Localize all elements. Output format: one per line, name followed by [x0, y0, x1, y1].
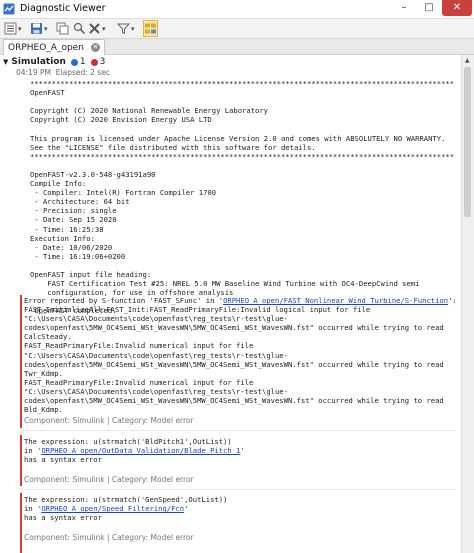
- error-count: 3: [90, 57, 105, 67]
- copy-button[interactable]: [56, 21, 69, 36]
- vertical-scrollbar[interactable]: ▲: [461, 55, 474, 553]
- save-icon: [31, 23, 42, 34]
- copy-icon: [56, 22, 69, 35]
- find-icon: [73, 22, 86, 35]
- maximize-button[interactable]: □: [417, 0, 441, 16]
- collapse-triangle-icon[interactable]: ▼: [3, 58, 8, 66]
- tab-orpheo-a-open[interactable]: ORPHEO_A_open ✕: [3, 39, 105, 55]
- divider: [22, 489, 456, 490]
- error-message-gen-speed: The expression: u(strmatch('GenSpeed',Ou…: [24, 495, 228, 523]
- error-icon: [90, 58, 98, 66]
- error-marker: [20, 493, 22, 553]
- diagnostic-viewer-icon: [3, 3, 15, 15]
- error-message-sfunction: Error reported by S-function 'FAST_SFunc…: [24, 296, 457, 415]
- toolbar: ▾ ▾ ▾ ▾: [0, 19, 474, 39]
- speed-filtering-block-link[interactable]: ORPHEO A open/Speed Filtering/Fcn: [41, 504, 184, 513]
- save-button[interactable]: ▾: [30, 21, 48, 36]
- window-title: Diagnostic Viewer: [20, 3, 106, 14]
- simulation-label: Simulation: [11, 57, 66, 67]
- simulation-group-header[interactable]: ▼ Simulation 1 3: [3, 57, 105, 67]
- scroll-up-icon[interactable]: ▲: [465, 57, 470, 64]
- error-marker: [20, 295, 22, 428]
- expand-button[interactable]: ▾: [4, 21, 22, 36]
- close-tab-icon[interactable]: ✕: [90, 43, 100, 52]
- blade-pitch-block-link[interactable]: ORPHEO A open/OutData Validation/Blade P…: [41, 446, 240, 455]
- divider: [22, 430, 456, 431]
- scrollbar-thumb[interactable]: [464, 67, 471, 217]
- diagnostic-messages: ▼ Simulation 1 3 04:19 PM Elapsed: 2 sec…: [0, 55, 462, 553]
- find-button[interactable]: [73, 21, 86, 36]
- tab-bar: ORPHEO_A_open ✕: [0, 39, 474, 55]
- error-message-blade-pitch: The expression: u(strmatch('BldPitch1',O…: [24, 437, 245, 465]
- clear-button[interactable]: ▾: [88, 21, 106, 36]
- group-by-button[interactable]: [143, 20, 158, 37]
- openfast-log: ****************************************…: [30, 79, 455, 316]
- sfunction-block-link[interactable]: ORPHEO A open/FAST Nonlinear Wind Turbin…: [223, 296, 448, 305]
- error-component-info: Component: Simulink | Category: Model er…: [24, 416, 194, 425]
- tab-label: ORPHEO_A_open: [8, 42, 84, 53]
- filter-button[interactable]: ▾: [117, 21, 135, 36]
- error-component-info: Component: Simulink | Category: Model er…: [24, 475, 194, 484]
- group-icon: [145, 23, 156, 34]
- filter-icon: [117, 23, 130, 35]
- simulation-time: 04:19 PM Elapsed: 2 sec: [16, 68, 110, 77]
- minimize-button[interactable]: –: [392, 0, 416, 16]
- error-component-info: Component: Simulink | Category: Model er…: [24, 533, 194, 542]
- info-icon: [70, 58, 78, 66]
- close-window-button[interactable]: ✕: [442, 0, 472, 16]
- expand-icon: [4, 22, 17, 35]
- info-count: 1: [70, 57, 86, 67]
- clear-icon: [89, 23, 100, 34]
- error-marker: [20, 435, 22, 486]
- title-bar: Diagnostic Viewer – □ ✕: [0, 0, 474, 19]
